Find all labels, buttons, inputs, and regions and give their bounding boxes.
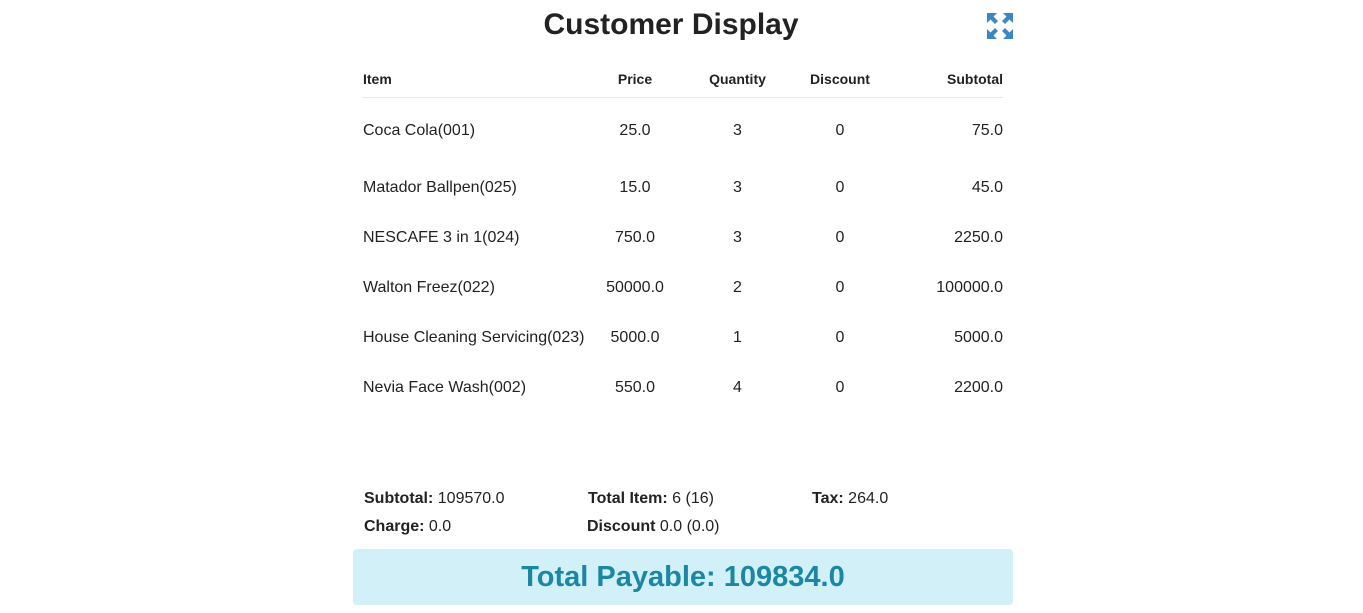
cell-price: 15.0 <box>619 179 651 196</box>
cell-price: 50000.0 <box>606 279 664 296</box>
cell-quantity: 2 <box>733 279 742 296</box>
summary-subtotal: Subtotal: 109570.0 <box>364 490 505 508</box>
expand-arrows-icon <box>987 13 1013 39</box>
summary-charge: Charge: 0.0 <box>364 518 451 536</box>
cell-price: 750.0 <box>614 229 656 246</box>
cell-discount: 0 <box>835 229 845 246</box>
total-payable-banner: Total Payable: 109834.0 <box>353 549 1013 605</box>
cell-quantity: 3 <box>733 121 742 139</box>
cell-quantity: 3 <box>733 179 742 196</box>
summary-subtotal-label: Subtotal: <box>364 490 434 507</box>
cell-subtotal: 75.0 <box>971 121 1003 139</box>
cell-discount: 0 <box>835 379 845 396</box>
column-header-quantity: Quantity <box>675 60 800 98</box>
summary-subtotal-value: 109570.0 <box>437 490 505 507</box>
cell-subtotal: 45.0 <box>971 179 1003 196</box>
cell-discount: 0 <box>835 121 845 139</box>
cell-discount: 0 <box>835 329 845 346</box>
table-row: NESCAFE 3 in 1(024) 750.0 3 0 2250.0 <box>363 213 1003 263</box>
table-row: Coca Cola(001) 25.0 3 0 75.0 <box>363 98 1003 164</box>
cell-item: NESCAFE 3 in 1(024) <box>363 229 520 246</box>
column-header-price: Price <box>595 60 675 98</box>
column-header-discount: Discount <box>800 60 880 98</box>
cell-item: Nevia Face Wash(002) <box>363 379 527 396</box>
cell-item: Walton Freez(022) <box>363 279 495 296</box>
table-row: Walton Freez(022) 50000.0 2 0 100000.0 <box>363 263 1003 313</box>
summary-tax-value: 264.0 <box>848 490 889 507</box>
summary-discount-label: Discount <box>587 518 656 535</box>
cell-discount: 0 <box>835 279 845 296</box>
summary-total-item: Total Item: 6 (16) <box>588 490 714 508</box>
cell-subtotal: 100000.0 <box>936 279 1003 296</box>
cart-items-table: Item Price Quantity Discount Subtotal Co… <box>363 60 1003 413</box>
summary-charge-label: Charge: <box>364 518 425 535</box>
cell-price: 25.0 <box>619 121 651 139</box>
summary-total-item-label: Total Item: <box>588 490 668 507</box>
table-header-row: Item Price Quantity Discount Subtotal <box>363 60 1003 98</box>
fullscreen-button[interactable] <box>986 12 1014 40</box>
page-title: Customer Display <box>543 8 799 41</box>
cell-quantity: 4 <box>733 379 742 396</box>
cell-quantity: 3 <box>733 229 742 246</box>
cell-discount: 0 <box>835 179 845 196</box>
cell-item: Matador Ballpen(025) <box>363 179 517 196</box>
cell-quantity: 1 <box>733 329 742 346</box>
summary-discount: Discount 0.0 (0.0) <box>587 518 720 536</box>
cell-item: Coca Cola(001) <box>363 121 476 139</box>
summary-tax: Tax: 264.0 <box>812 490 888 508</box>
table-row: Nevia Face Wash(002) 550.0 4 0 2200.0 <box>363 363 1003 413</box>
cell-subtotal: 2200.0 <box>954 379 1003 396</box>
cell-item: House Cleaning Servicing(023) <box>363 329 585 346</box>
cell-price: 550.0 <box>614 379 656 396</box>
table-row: House Cleaning Servicing(023) 5000.0 1 0… <box>363 313 1003 363</box>
cell-subtotal: 5000.0 <box>954 329 1003 346</box>
column-header-item: Item <box>363 60 595 98</box>
column-header-subtotal: Subtotal <box>880 60 1003 98</box>
summary-tax-label: Tax: <box>812 490 844 507</box>
cell-subtotal: 2250.0 <box>954 229 1003 246</box>
customer-display-panel: Customer Display Item Price Quantity Dis… <box>353 0 1013 613</box>
cell-price: 5000.0 <box>610 329 660 346</box>
table-row: Matador Ballpen(025) 15.0 3 0 45.0 <box>363 163 1003 213</box>
summary-total-item-value: 6 (16) <box>672 490 714 507</box>
summary-discount-value: 0.0 (0.0) <box>659 518 720 535</box>
summary-charge-value: 0.0 <box>428 518 452 535</box>
